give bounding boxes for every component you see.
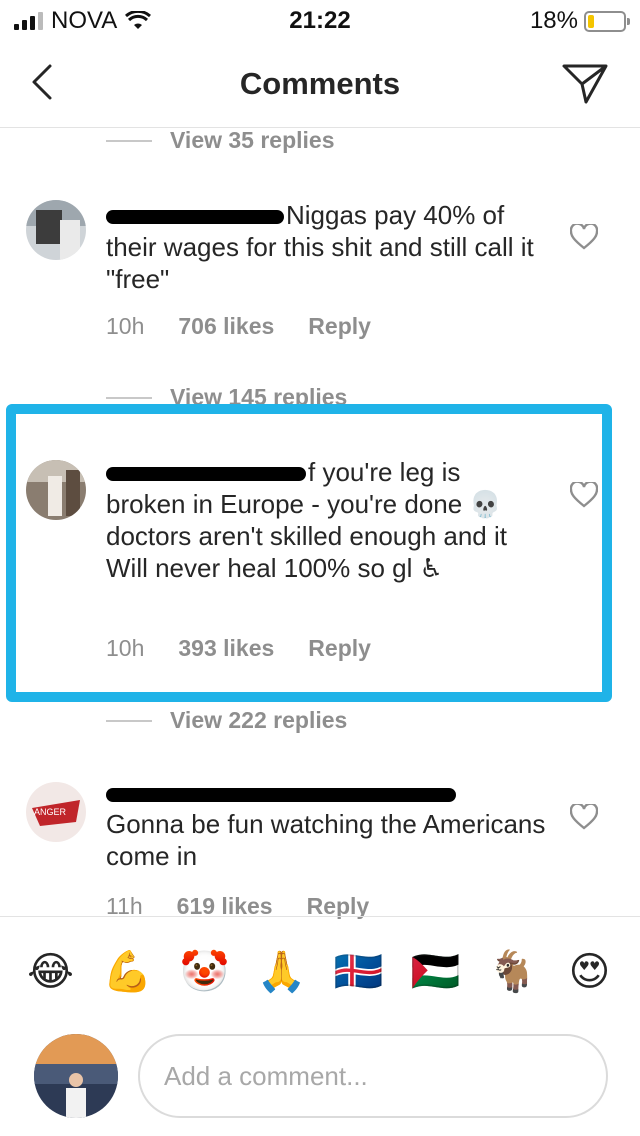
page-title: Comments <box>239 66 401 101</box>
divider <box>106 396 152 399</box>
current-user-avatar <box>34 1034 118 1118</box>
highlight-annotation <box>6 404 612 702</box>
comment-input-field <box>138 1034 608 1118</box>
divider <box>106 139 152 142</box>
battery-icon <box>584 10 630 32</box>
battery-fill <box>588 14 595 28</box>
emoji-button[interactable]: 🇵🇸 <box>409 948 463 995</box>
comment-text: Gonna be fun watching the Americans come… <box>106 782 546 872</box>
avatar[interactable]: ANGER <box>26 782 86 842</box>
status-bar: NOVA 21:22 18% <box>0 0 640 40</box>
comments-header: Comments <box>0 40 640 128</box>
comment-text: Niggas pay 40% of their wages for this s… <box>106 199 546 295</box>
view-replies-label: View 222 replies <box>170 707 348 733</box>
reply-button[interactable]: Reply <box>308 313 371 340</box>
view-replies-label: View 35 replies <box>170 127 335 153</box>
emoji-button[interactable]: 🇮🇸 <box>332 948 386 995</box>
emoji-button[interactable]: 😍 <box>563 949 617 995</box>
status-right: 18% <box>529 7 630 35</box>
comment-time: 10h <box>106 313 145 339</box>
comment-input[interactable] <box>140 1036 606 1116</box>
view-replies-button[interactable]: View 222 replies <box>106 707 347 734</box>
emoji-button[interactable]: 🐐 <box>486 948 540 995</box>
battery-percent: 18% <box>529 7 578 34</box>
emoji-button[interactable]: 🙏 <box>255 948 309 995</box>
like-heart-icon[interactable] <box>570 224 598 250</box>
likes-count[interactable]: 706 likes <box>178 313 274 340</box>
emoji-button[interactable]: 😂 <box>24 949 78 995</box>
comment-composer <box>0 1026 640 1136</box>
avatar-text: ANGER <box>34 807 67 817</box>
like-heart-icon[interactable] <box>570 804 598 830</box>
emoji-quick-bar: 😂 💪 🤡 🙏 🇮🇸 🇵🇸 🐐 😍 <box>0 916 640 1026</box>
view-replies-button[interactable]: View 35 replies <box>106 127 335 154</box>
comment-meta: 10h 706 likes Reply <box>106 313 371 340</box>
emoji-button[interactable]: 🤡 <box>178 948 232 995</box>
direct-send-icon[interactable] <box>560 58 610 108</box>
comment-content: Gonna be fun watching the Americans come… <box>106 809 546 871</box>
divider <box>106 719 152 722</box>
redacted-username[interactable] <box>106 210 284 225</box>
redacted-username[interactable] <box>106 788 456 802</box>
emoji-button[interactable]: 💪 <box>101 948 155 995</box>
avatar[interactable] <box>26 200 86 260</box>
